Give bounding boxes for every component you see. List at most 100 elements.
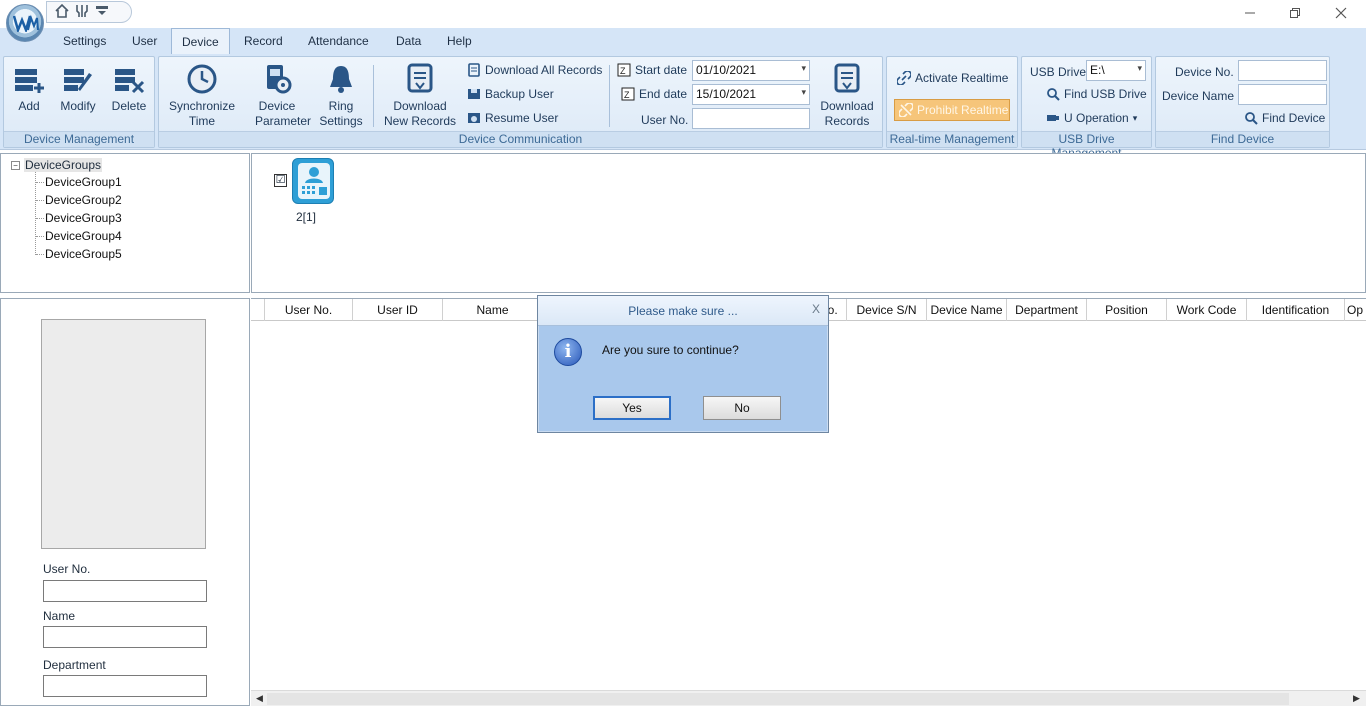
tree-item-devicegroup4[interactable]: DeviceGroup4 (45, 229, 122, 243)
start-date-label: Start date (635, 63, 688, 77)
name-info-input[interactable] (43, 626, 207, 648)
u-operation-label: U Operation (1064, 111, 1129, 125)
tree-item-devicegroup3[interactable]: DeviceGroup3 (45, 211, 122, 225)
tree-connector (36, 200, 44, 201)
device-name-input[interactable] (1238, 84, 1327, 105)
tree-item-devicegroup5[interactable]: DeviceGroup5 (45, 247, 122, 261)
group-device-communication: Synchronize Time Device Parameter Ring S… (158, 56, 883, 148)
add-device-icon (15, 69, 44, 93)
device-list-panel: ☑ 2[1] (251, 153, 1366, 293)
scroll-left-icon[interactable]: ◀ (256, 693, 263, 704)
download-all-records-button[interactable]: Download All Records (467, 63, 602, 77)
user-no-label: User No. (641, 113, 689, 127)
tree-item-devicegroup2[interactable]: DeviceGroup2 (45, 193, 122, 207)
prohibit-realtime-button[interactable]: Prohibit Realtime (894, 99, 1010, 121)
col-user-no[interactable]: User No. (265, 299, 353, 321)
scroll-right-icon[interactable]: ▶ (1353, 693, 1360, 704)
end-date-label-group: Z End date (621, 87, 687, 101)
calendar-icon: Z (621, 87, 635, 101)
scroll-thumb[interactable] (267, 693, 1289, 705)
modify-button[interactable]: Modify (57, 63, 99, 114)
tab-help[interactable]: Help (447, 34, 472, 48)
device-label: 2[1] (296, 210, 317, 224)
tools-icon[interactable] (75, 4, 89, 21)
device-checkbox[interactable]: ☑ (274, 174, 287, 187)
tab-record[interactable]: Record (244, 34, 283, 48)
tree-connector (36, 182, 44, 183)
tree-item-devicegroup1[interactable]: DeviceGroup1 (45, 175, 122, 189)
download-records-button[interactable]: Download Records (815, 63, 879, 129)
document-download-icon (407, 63, 433, 93)
delete-label: Delete (111, 99, 147, 113)
col-op[interactable]: Op (1345, 299, 1366, 321)
user-no-input[interactable] (692, 108, 810, 129)
find-device-button[interactable]: Find Device (1244, 111, 1325, 125)
department-info-input[interactable] (43, 675, 207, 697)
minimize-button[interactable] (1240, 4, 1260, 22)
ribbon-tabs: Settings User Device Record Attendance D… (0, 28, 1366, 55)
group-realtime-management: Activate Realtime Prohibit Realtime Real… (886, 56, 1018, 148)
col-device-sn[interactable]: Device S/N (847, 299, 927, 321)
svg-text:Z: Z (624, 90, 630, 100)
device-group-tree: − DeviceGroups DeviceGroup1 DeviceGroup2… (0, 153, 250, 293)
tab-user[interactable]: User (132, 34, 157, 48)
home-icon[interactable] (55, 3, 69, 21)
device-parameter-button[interactable]: Device Parameter (255, 63, 311, 129)
download-new-records-button[interactable]: Download New Records (383, 63, 457, 129)
start-date-picker[interactable]: 01/10/2021 (692, 60, 810, 81)
col-device-name[interactable]: Device Name (927, 299, 1007, 321)
param-line1: Device (258, 99, 296, 113)
restore-button[interactable] (1285, 4, 1305, 22)
device-settings-icon (267, 65, 292, 94)
backup-user-button[interactable]: Backup User (467, 87, 554, 101)
dialog-close-button[interactable]: X (812, 302, 820, 316)
synchronize-time-button[interactable]: Synchronize Time (167, 63, 237, 129)
backup-user-label: Backup User (485, 87, 554, 101)
close-window-button[interactable] (1331, 4, 1351, 22)
col-department[interactable]: Department (1007, 299, 1087, 321)
add-button[interactable]: Add (12, 63, 46, 114)
resume-icon (468, 113, 480, 123)
yes-button[interactable]: Yes (593, 396, 671, 420)
tab-attendance[interactable]: Attendance (308, 34, 369, 48)
group-device-management: Add Modify Delete Device Management (3, 56, 155, 148)
customize-icon[interactable] (95, 4, 109, 21)
find-usb-drive-button[interactable]: Find USB Drive (1046, 87, 1147, 101)
col-user-id[interactable]: User ID (353, 299, 443, 321)
tree-connector (36, 236, 44, 237)
col-position[interactable]: Position (1087, 299, 1167, 321)
group-usb-management: USB Drive E:\ Find USB Drive U Operation… (1021, 56, 1152, 160)
ring-settings-button[interactable]: Ring Settings (317, 63, 365, 129)
usb-drive-select[interactable]: E:\ (1086, 60, 1146, 81)
ring-line2: Settings (319, 114, 363, 128)
no-button[interactable]: No (703, 396, 781, 420)
activate-realtime-button[interactable]: Activate Realtime (897, 71, 1008, 85)
device-terminal-icon[interactable] (292, 158, 334, 204)
col-identification[interactable]: Identification (1247, 299, 1345, 321)
tab-settings[interactable]: Settings (63, 34, 106, 48)
col-name[interactable]: Name (443, 299, 543, 321)
end-date-picker[interactable]: 15/10/2021 (692, 84, 810, 105)
app-logo[interactable] (6, 4, 44, 42)
u-operation-button[interactable]: U Operation ▾ (1046, 111, 1137, 125)
tab-device[interactable]: Device (171, 28, 230, 55)
department-info-label: Department (43, 658, 106, 672)
user-no-info-input[interactable] (43, 580, 207, 602)
separator (609, 65, 610, 127)
sync-line2: Time (188, 114, 216, 128)
dialog-title: Please make sure ... (538, 296, 828, 326)
tab-data[interactable]: Data (396, 34, 421, 48)
resume-user-label: Resume User (485, 111, 559, 125)
tree-root-label[interactable]: DeviceGroups (24, 158, 103, 172)
delete-button[interactable]: Delete (110, 63, 148, 114)
resume-user-button[interactable]: Resume User (467, 111, 558, 125)
download-all-label: Download All Records (485, 63, 603, 77)
chevron-down-icon: ▾ (1132, 112, 1138, 123)
device-no-input[interactable] (1238, 60, 1327, 81)
name-info-label: Name (43, 609, 76, 623)
horizontal-scrollbar[interactable]: ◀ ▶ (251, 690, 1366, 706)
tree-root[interactable]: − DeviceGroups (11, 158, 103, 172)
param-line2: Parameter (255, 114, 312, 128)
collapse-icon[interactable]: − (11, 160, 20, 170)
col-work-code[interactable]: Work Code (1167, 299, 1247, 321)
